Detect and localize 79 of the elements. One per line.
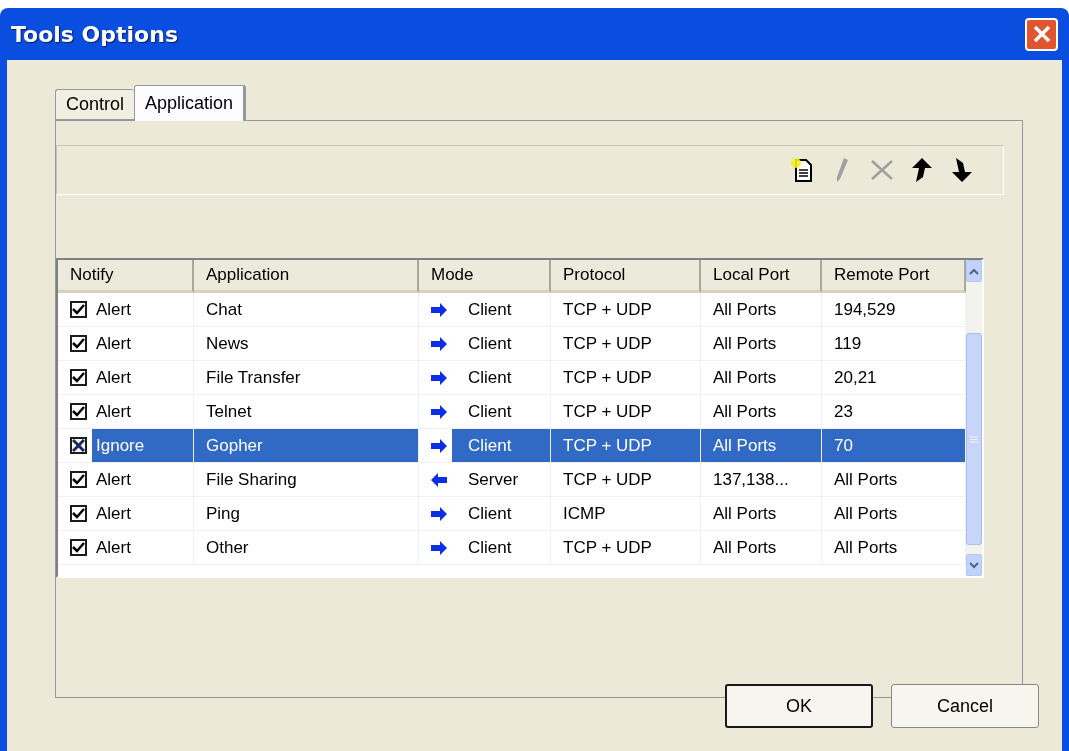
scrollbar[interactable]	[966, 260, 982, 576]
checkbox[interactable]	[70, 335, 87, 352]
new-document-icon	[790, 157, 814, 183]
table-cell-text: Server	[467, 468, 520, 491]
checkbox[interactable]	[70, 403, 87, 420]
table-cell: All Ports	[822, 497, 966, 531]
table-cell-text: Alert	[95, 366, 132, 389]
table-cell-text: Client	[467, 366, 513, 389]
column-header[interactable]: Local Port	[701, 260, 822, 293]
toolbar-button[interactable]	[789, 156, 815, 184]
column-header[interactable]: Remote Port	[822, 260, 966, 293]
table-cell: TCP + UDP	[551, 293, 701, 327]
table-cell-text: Client	[467, 502, 513, 525]
table-cell: 137,138...	[701, 463, 822, 497]
column-header[interactable]: Mode	[419, 260, 551, 293]
table-cell: All Ports	[701, 293, 822, 327]
table-cell: 70	[822, 429, 966, 463]
table-cell: All Ports	[701, 497, 822, 531]
grip-icon	[970, 435, 978, 443]
scroll-up-icon	[969, 267, 979, 275]
up-arrow-icon	[911, 157, 933, 183]
down-arrow-icon	[951, 157, 973, 183]
table-cell: 119	[822, 327, 966, 361]
column-header[interactable]: Application	[194, 260, 419, 293]
table-cell: 23	[822, 395, 966, 429]
table-cell: Client	[452, 429, 550, 462]
table-cell: Other	[194, 531, 419, 565]
table-cell: Telnet	[194, 395, 419, 429]
table-cell: Ping	[194, 497, 419, 531]
table-cell: TCP + UDP	[551, 395, 701, 429]
table-cell: All Ports	[822, 531, 966, 565]
table-cell-text: Alert	[95, 536, 132, 559]
table-cell: 194,529	[822, 293, 966, 327]
checkbox[interactable]	[70, 471, 87, 488]
checkbox[interactable]	[70, 369, 87, 386]
table-cell: All Ports	[701, 531, 822, 565]
close-icon	[1032, 25, 1051, 43]
table-cell-text: Alert	[95, 502, 132, 525]
table-cell: News	[194, 327, 419, 361]
window-title: Tools Options	[11, 21, 178, 47]
delete-icon	[870, 159, 894, 181]
table-cell: All Ports	[701, 429, 822, 463]
table-cell: Ignore	[92, 429, 193, 462]
table-cell: TCP + UDP	[551, 531, 701, 565]
table-cell: TCP + UDP	[551, 327, 701, 361]
tab[interactable]: Application	[134, 85, 247, 121]
cancel-button[interactable]: Cancel	[891, 684, 1039, 728]
table-cell-text: Alert	[95, 332, 132, 355]
table-cell: TCP + UDP	[551, 463, 701, 497]
ok-button[interactable]: OK	[725, 684, 873, 728]
tab[interactable]: Control	[55, 89, 135, 120]
table-cell-text: Client	[467, 332, 513, 355]
table-cell: File Sharing	[194, 463, 419, 497]
table-cell: All Ports	[701, 395, 822, 429]
checkbox[interactable]	[70, 505, 87, 522]
table-cell: All Ports	[822, 463, 966, 497]
checkbox[interactable]	[70, 301, 87, 318]
close-button[interactable]	[1025, 17, 1058, 51]
checkbox[interactable]	[70, 539, 87, 556]
table-cell: 20,21	[822, 361, 966, 395]
column-header[interactable]: Notify	[58, 260, 194, 293]
table-cell: Gopher	[194, 429, 419, 463]
table-cell: ICMP	[551, 497, 701, 531]
pencil-icon	[835, 157, 849, 183]
table-cell: Chat	[194, 293, 419, 327]
table-cell: All Ports	[701, 327, 822, 361]
table-cell-text: Client	[467, 400, 513, 423]
table-cell-text: Alert	[95, 400, 132, 423]
table-cell: TCP + UDP	[551, 361, 701, 395]
table-cell-text: Alert	[95, 298, 132, 321]
table-cell: TCP + UDP	[551, 429, 701, 463]
table-cell-text: Client	[467, 298, 513, 321]
column-header[interactable]: Protocol	[551, 260, 701, 293]
table-cell: All Ports	[701, 361, 822, 395]
table-cell-text: Alert	[95, 468, 132, 491]
cross-checkbox[interactable]	[70, 437, 87, 454]
table-cell-text: Client	[467, 536, 513, 559]
scroll-down-icon	[969, 561, 979, 569]
table-cell: File Transfer	[194, 361, 419, 395]
